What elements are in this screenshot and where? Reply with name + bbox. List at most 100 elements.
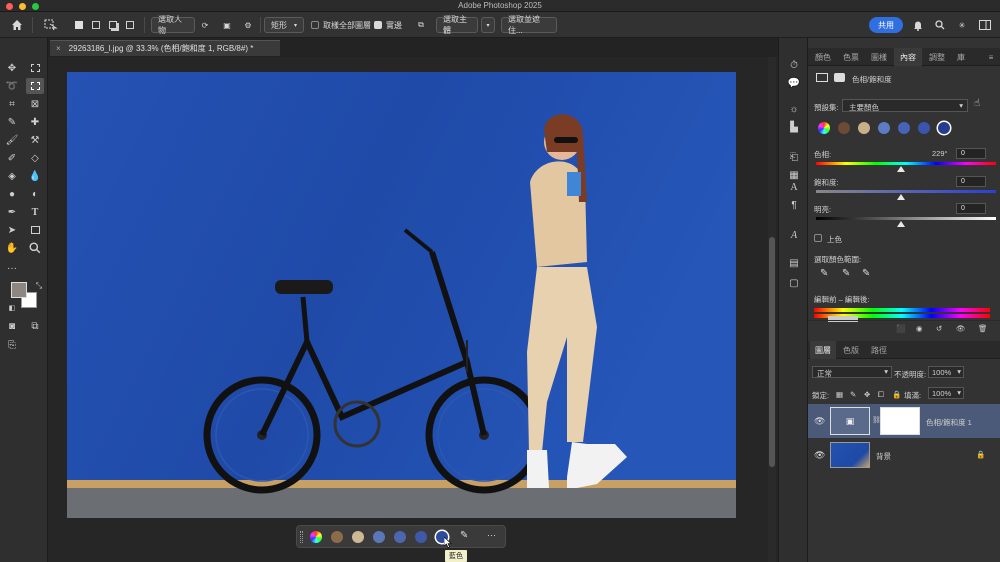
home-icon[interactable] xyxy=(8,17,26,33)
eraser-tool-icon[interactable]: ◇ xyxy=(26,150,44,166)
frame-tool-icon[interactable]: ⊠ xyxy=(26,96,44,112)
history-brush-tool-icon[interactable]: ✐ xyxy=(3,150,21,166)
brush-settings-icon[interactable]: ☼ xyxy=(787,102,801,116)
preset-dropdown[interactable]: 主要顏色 ▾ xyxy=(842,99,968,112)
select-people-button[interactable]: 選取人物 xyxy=(151,15,195,35)
libraries-icon[interactable]: ▤ xyxy=(787,256,801,270)
scrollbar-thumb[interactable] xyxy=(769,237,775,467)
hue-slider-handle[interactable] xyxy=(897,166,905,172)
layer-row-hue-saturation[interactable]: 👁 ▣ ⛓ 色相/飽和度 1 xyxy=(808,404,1000,438)
panel-menu-icon[interactable]: ≡ xyxy=(984,48,998,66)
swap-colors-icon[interactable]: ⤡ xyxy=(30,278,48,294)
notes-icon[interactable]: ▢ xyxy=(787,276,801,290)
clone-stamp-tool-icon[interactable]: ⚒ xyxy=(26,132,44,148)
preset-swatch-4[interactable] xyxy=(898,122,910,134)
eyedropper-sample-icon[interactable]: ✎ xyxy=(820,268,832,280)
burn-tool-icon[interactable]: ◐ xyxy=(26,186,44,202)
visibility-eye-icon[interactable]: 👁 xyxy=(814,416,825,426)
lasso-tool-icon[interactable]: ➰ xyxy=(3,78,21,94)
lock-all-icon[interactable]: 🔒 xyxy=(892,390,901,399)
history-icon[interactable]: ⏱ xyxy=(787,58,801,72)
object-selection-tool-icon[interactable] xyxy=(26,78,44,94)
subtract-selection-icon[interactable] xyxy=(106,17,120,33)
lock-image-icon[interactable]: ✎ xyxy=(850,390,856,399)
saturation-slider[interactable] xyxy=(816,190,996,193)
eyedropper-add-icon[interactable]: ✎ xyxy=(842,268,854,280)
tab-color[interactable]: 顏色 xyxy=(810,48,836,66)
clip-to-layer-icon[interactable]: ⬛ xyxy=(896,324,905,333)
more-options-button[interactable]: ··· xyxy=(487,530,501,544)
comments-icon[interactable]: 💬 xyxy=(787,76,801,90)
drag-handle-icon[interactable] xyxy=(300,531,303,543)
settings-gear-icon[interactable]: ⚙ xyxy=(241,17,255,33)
generative-icon[interactable]: ⎘ xyxy=(3,337,21,353)
edit-toolbar-icon[interactable]: ··· xyxy=(3,260,21,276)
select-and-mask-button[interactable]: 選取並遮住... xyxy=(501,15,557,35)
lightness-slider-handle[interactable] xyxy=(897,221,905,227)
paragraph-icon[interactable]: ¶ xyxy=(787,198,801,212)
lock-transparent-icon[interactable]: ▦ xyxy=(836,390,843,399)
lock-artboard-icon[interactable]: ⧠ xyxy=(878,390,884,400)
swatch-4[interactable] xyxy=(394,531,406,543)
type-tool-icon[interactable]: T xyxy=(26,204,44,220)
blend-mode-dropdown[interactable]: 正常 ▾ xyxy=(812,366,892,378)
blur-tool-icon[interactable]: 💧 xyxy=(26,168,44,184)
color-wheel-swatch[interactable] xyxy=(310,531,322,543)
reset-icon[interactable]: ↺ xyxy=(936,324,942,333)
zoom-tool-icon[interactable] xyxy=(26,240,44,256)
tab-adjustments[interactable]: 調整 xyxy=(924,48,950,66)
preset-swatch-5[interactable] xyxy=(918,122,930,134)
histogram-icon[interactable]: ▙ xyxy=(787,120,801,134)
hue-slider[interactable] xyxy=(816,162,996,165)
brush-tool-icon[interactable]: 🖌 xyxy=(3,132,21,148)
spot-healing-tool-icon[interactable]: ✚ xyxy=(26,114,44,130)
view-previous-icon[interactable]: ◉ xyxy=(916,324,923,333)
marquee-tool-icon[interactable] xyxy=(26,60,44,76)
clone-source-icon[interactable]: ⎗ xyxy=(787,150,801,164)
swatch-2[interactable] xyxy=(352,531,364,543)
preset-swatch-1[interactable] xyxy=(838,122,850,134)
document-tab[interactable]: × 29263186_l.jpg @ 33.3% (色相/飽和度 1, RGB/… xyxy=(50,40,280,56)
share-button[interactable]: 共用 xyxy=(869,17,903,33)
paint-bucket-tool-icon[interactable]: ◈ xyxy=(3,168,21,184)
swatch-5[interactable] xyxy=(415,531,427,543)
layer-sample-icon[interactable]: ⧉ xyxy=(413,17,429,33)
visibility-eye-icon[interactable]: 👁 xyxy=(956,324,966,333)
character-icon[interactable]: A xyxy=(787,180,801,194)
preset-swatch-3[interactable] xyxy=(878,122,890,134)
eyedropper-tool-icon[interactable]: ✎ xyxy=(3,114,21,130)
foreground-color-swatch[interactable] xyxy=(11,282,27,298)
discover-lightbulb-icon[interactable]: ✳ xyxy=(955,17,969,33)
search-icon[interactable] xyxy=(933,17,947,33)
hand-adjust-icon[interactable]: ☝ xyxy=(974,98,988,112)
path-selection-tool-icon[interactable]: ➤ xyxy=(3,222,21,238)
refresh-icon[interactable]: ⟳ xyxy=(198,17,212,33)
tab-properties[interactable]: 內容 xyxy=(894,48,922,66)
color-wheel-swatch[interactable] xyxy=(818,122,830,134)
swatch-1[interactable] xyxy=(331,531,343,543)
hue-input[interactable]: 0 xyxy=(956,148,986,159)
saturation-slider-handle[interactable] xyxy=(897,194,905,200)
layer-row-background[interactable]: 👁 背景 🔒 xyxy=(808,438,1000,472)
screen-mode-icon[interactable]: ⧉ xyxy=(26,318,44,334)
layer-mask-thumbnail[interactable] xyxy=(880,407,920,435)
notifications-icon[interactable] xyxy=(911,17,925,33)
opacity-input[interactable]: 100% ▾ xyxy=(928,366,964,378)
tab-swatches[interactable]: 色票 xyxy=(838,48,864,66)
mode-dropdown[interactable]: 矩形 ▾ xyxy=(264,17,304,33)
lightness-input[interactable]: 0 xyxy=(956,203,986,214)
saturation-input[interactable]: 0 xyxy=(956,176,986,187)
eyedropper-subtract-icon[interactable]: ✎ xyxy=(862,268,874,280)
pen-tool-icon[interactable]: ✒ xyxy=(3,204,21,220)
quick-mask-icon[interactable]: ◙ xyxy=(3,318,21,334)
tab-layers[interactable]: 圖層 xyxy=(810,341,836,359)
hand-tool-icon[interactable]: ✋ xyxy=(3,240,21,256)
select-subject-dropdown[interactable]: ▾ xyxy=(481,17,495,33)
rectangle-tool-icon[interactable] xyxy=(26,222,44,238)
tab-channels[interactable]: 色版 xyxy=(838,341,864,359)
canvas-vertical-scrollbar[interactable] xyxy=(768,57,776,562)
sample-icon[interactable]: ▣ xyxy=(220,17,234,33)
visibility-eye-icon[interactable]: 👁 xyxy=(814,450,825,460)
workspace-layout-icon[interactable] xyxy=(977,17,993,33)
close-document-icon[interactable]: × xyxy=(56,44,61,53)
